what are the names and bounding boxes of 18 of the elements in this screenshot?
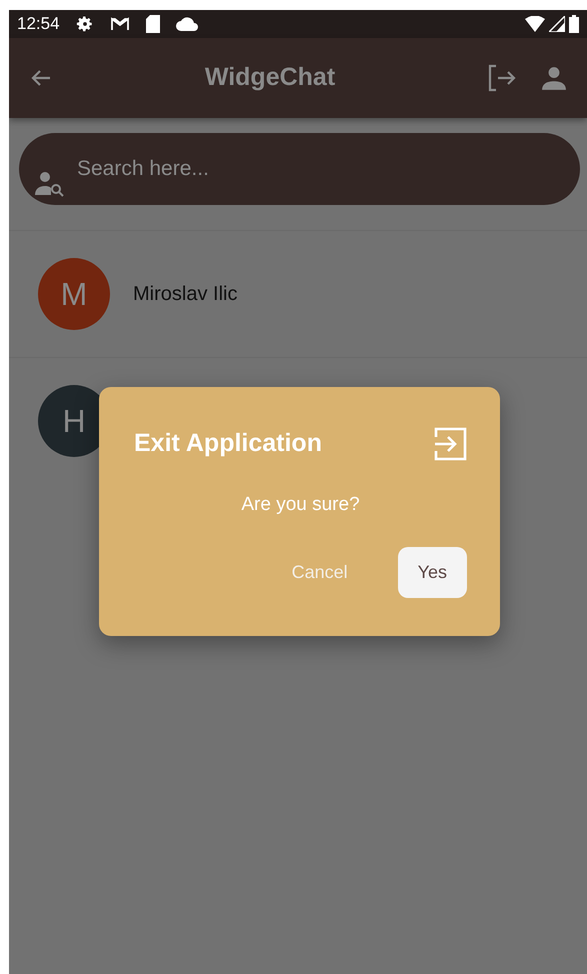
logout-icon[interactable] xyxy=(487,64,517,92)
exit-icon xyxy=(433,426,467,461)
avatar-circle: M xyxy=(38,258,110,330)
mail-icon xyxy=(110,16,130,32)
confirm-button[interactable]: Yes xyxy=(398,547,467,598)
dialog-title: Exit Application xyxy=(134,428,322,459)
app-title: WidgeChat xyxy=(204,62,336,94)
search-field[interactable]: Search here... xyxy=(19,133,580,205)
status-time: 12:54 xyxy=(17,13,60,36)
dialog-message: Are you sure? xyxy=(240,492,361,516)
sd-card-icon xyxy=(146,15,160,33)
cloud-icon xyxy=(176,17,198,31)
battery-icon xyxy=(569,15,579,33)
wifi-icon xyxy=(525,16,545,32)
gear-icon xyxy=(76,15,94,33)
signal-icon xyxy=(549,16,565,32)
person-icon[interactable] xyxy=(541,65,567,91)
contact-name[interactable]: Miroslav Ilic xyxy=(133,279,238,309)
